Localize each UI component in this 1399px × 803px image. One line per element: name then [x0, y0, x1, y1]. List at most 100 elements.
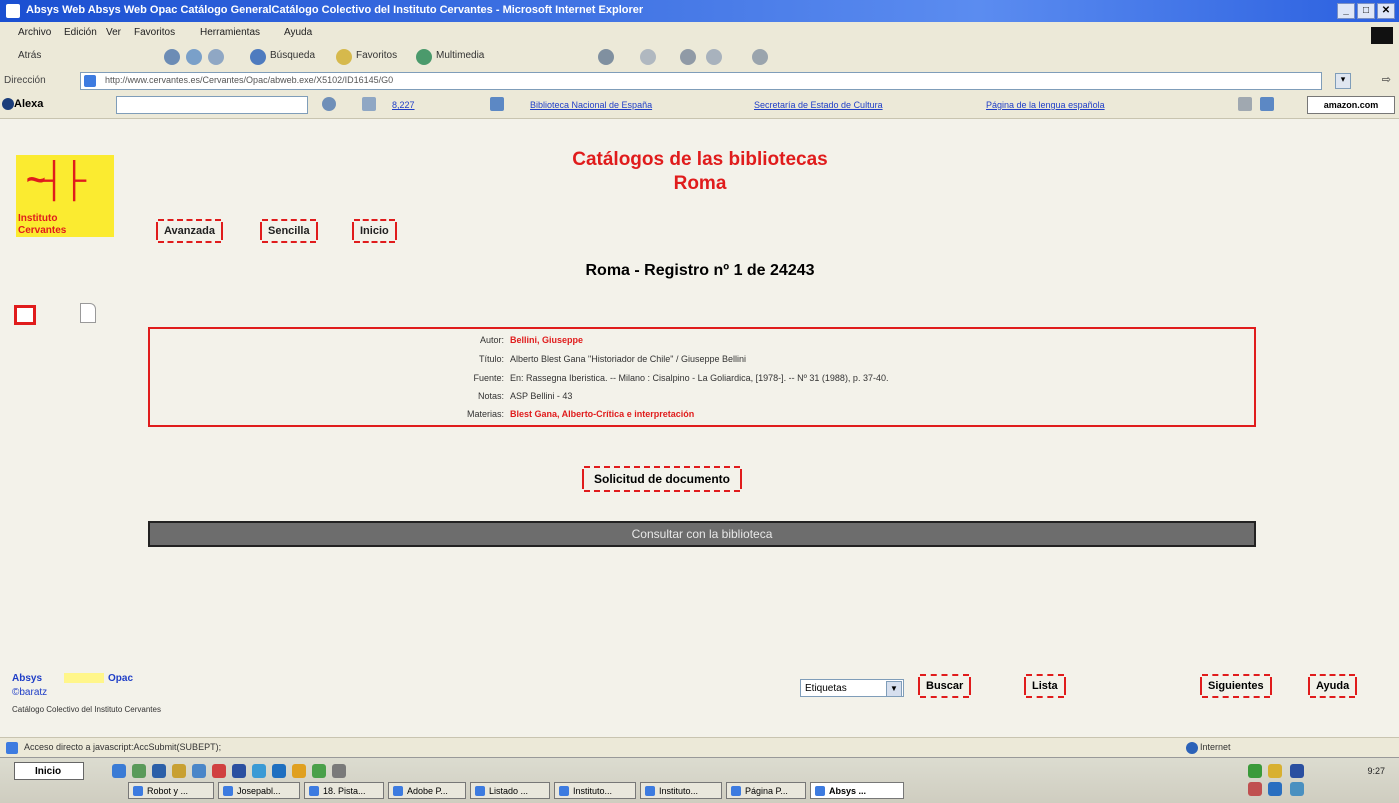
link-biblioteca-nacional[interactable]: Biblioteca Nacional de España — [530, 100, 652, 110]
related-links-icon[interactable] — [490, 97, 504, 111]
wayback-icon[interactable] — [1260, 97, 1274, 111]
catalog-caption: Catálogo Colectivo del Instituto Cervant… — [12, 705, 161, 714]
task-button[interactable]: Robot y ... — [128, 782, 214, 799]
go-button[interactable]: ⇨ — [1382, 73, 1391, 86]
favorites-button[interactable]: Favoritos — [356, 50, 397, 61]
task-button[interactable]: 18. Pista... — [304, 782, 384, 799]
opac-link[interactable]: Opac — [108, 673, 133, 684]
menu-favoritos[interactable]: Favoritos — [134, 27, 175, 38]
quicklaunch-app-icon[interactable] — [332, 764, 346, 778]
quicklaunch-ie-icon[interactable] — [112, 764, 126, 778]
select-record-checkbox[interactable] — [14, 305, 36, 325]
edit-icon[interactable] — [706, 49, 722, 65]
multimedia-button[interactable]: Multimedia — [436, 50, 484, 61]
record-row-autor: Autor: Bellini, Giuseppe — [150, 335, 1254, 349]
address-input[interactable]: http://www.cervantes.es/Cervantes/Opac/a… — [80, 72, 1322, 90]
tray-icon[interactable] — [1248, 782, 1262, 796]
traffic-icon[interactable] — [362, 97, 376, 111]
alexa-search-icon[interactable] — [322, 97, 336, 111]
request-document-button[interactable]: Solicitud de documento — [582, 466, 743, 492]
close-button[interactable]: ✕ — [1377, 3, 1395, 19]
nav-inicio-button[interactable]: Inicio — [352, 219, 397, 243]
traffic-rank-link[interactable]: 8,227 — [392, 100, 415, 110]
address-dropdown-button[interactable]: ▾ — [1335, 73, 1351, 89]
task-button[interactable]: Adobe P... — [388, 782, 466, 799]
alexa-menu[interactable]: Alexa — [14, 98, 43, 110]
address-label: Dirección — [4, 75, 46, 86]
favorites-icon — [336, 49, 352, 65]
ie-app-icon — [6, 4, 20, 18]
back-button[interactable]: Atrás — [18, 50, 41, 61]
quicklaunch-app-icon[interactable] — [252, 764, 266, 778]
tray-icon[interactable] — [1290, 782, 1304, 796]
menu-bar: Archivo Edición Ver Favoritos Herramient… — [0, 22, 1399, 45]
task-button[interactable]: Instituto... — [554, 782, 636, 799]
task-button-active[interactable]: Absys ... — [810, 782, 904, 799]
document-icon[interactable] — [80, 303, 96, 323]
ayuda-button[interactable]: Ayuda — [1308, 674, 1358, 698]
quicklaunch-app-icon[interactable] — [292, 764, 306, 778]
quicklaunch-app-icon[interactable] — [272, 764, 286, 778]
baratz-link[interactable]: ©baratz — [12, 687, 47, 698]
tray-icon[interactable] — [1268, 782, 1282, 796]
stop-icon[interactable] — [164, 49, 180, 65]
menu-ayuda[interactable]: Ayuda — [284, 27, 312, 38]
link-secretaria-cultura[interactable]: Secretaría de Estado de Cultura — [754, 100, 883, 110]
record-title: Roma - Registro nº 1 de 24243 — [585, 262, 815, 279]
search-button[interactable]: Búsqueda — [270, 50, 315, 61]
discuss-icon[interactable] — [752, 49, 768, 65]
record-key: Título: — [478, 354, 504, 364]
window-title-bar[interactable]: Absys Web Absys Web Opac Catálogo Genera… — [0, 0, 1399, 22]
nav-sencilla-button[interactable]: Sencilla — [260, 219, 318, 243]
mail-icon[interactable] — [640, 49, 656, 65]
quicklaunch-app-icon[interactable] — [152, 764, 166, 778]
clock[interactable]: 9:27 — [1367, 766, 1385, 776]
alexa-search-input[interactable] — [116, 96, 308, 114]
start-button[interactable]: Inicio — [14, 762, 84, 780]
tray-icon[interactable] — [1268, 764, 1282, 778]
quicklaunch-app-icon[interactable] — [232, 764, 246, 778]
quicklaunch-app-icon[interactable] — [132, 764, 146, 778]
info-icon[interactable] — [1238, 97, 1252, 111]
minimize-button[interactable]: _ — [1337, 3, 1355, 19]
record-value: ASP Bellini - 43 — [510, 391, 573, 401]
quicklaunch-app-icon[interactable] — [192, 764, 206, 778]
task-button[interactable]: Josepabl... — [218, 782, 300, 799]
quicklaunch-app-icon[interactable] — [172, 764, 186, 778]
lista-button[interactable]: Lista — [1024, 674, 1066, 698]
menu-archivo[interactable]: Archivo — [18, 27, 51, 38]
status-bar: Acceso directo a javascript:AccSubmit(SU… — [0, 737, 1399, 759]
history-icon[interactable] — [598, 49, 614, 65]
task-button[interactable]: Instituto... — [640, 782, 722, 799]
quicklaunch-app-icon[interactable] — [212, 764, 226, 778]
record-value: Alberto Blest Gana "Historiador de Chile… — [510, 354, 747, 364]
refresh-icon[interactable] — [186, 49, 202, 65]
task-button[interactable]: Página P... — [726, 782, 806, 799]
print-icon[interactable] — [680, 49, 696, 65]
format-select[interactable]: Etiquetas ▼ — [800, 679, 904, 697]
buscar-button[interactable]: Buscar — [918, 674, 972, 698]
maximize-button[interactable]: □ — [1357, 3, 1375, 19]
subject-link[interactable]: Blest Gana, Alberto-Crítica e interpreta… — [510, 409, 694, 419]
task-button[interactable]: Listado ... — [470, 782, 550, 799]
quicklaunch-app-icon[interactable] — [312, 764, 326, 778]
consult-library-bar[interactable]: Consultar con la biblioteca — [148, 521, 1256, 547]
chevron-down-icon[interactable]: ▼ — [886, 681, 902, 697]
tray-icon[interactable] — [1290, 764, 1304, 778]
record-row-fuente: Fuente: En: Rassegna Iberistica. -- Mila… — [150, 373, 1254, 387]
nav-avanzada-button[interactable]: Avanzada — [156, 219, 223, 243]
menu-edicion[interactable]: Edición — [64, 27, 97, 38]
link-lengua-espanola[interactable]: Página de la lengua española — [986, 100, 1105, 110]
absys-link[interactable]: Absys — [12, 673, 42, 684]
search-icon — [250, 49, 266, 65]
amazon-button[interactable]: amazon.com — [1307, 96, 1395, 114]
tray-icon[interactable] — [1248, 764, 1262, 778]
siguientes-button[interactable]: Siguientes — [1200, 674, 1272, 698]
footer-highlight — [64, 673, 104, 683]
menu-herramientas[interactable]: Herramientas — [200, 27, 260, 38]
cervantes-logo-icon: ~┤├ — [26, 161, 86, 199]
author-link[interactable]: Bellini, Giuseppe — [510, 335, 583, 345]
menu-ver[interactable]: Ver — [106, 27, 121, 38]
home-icon[interactable] — [208, 49, 224, 65]
instituto-cervantes-logo[interactable]: ~┤├ Instituto Cervantes — [16, 155, 114, 237]
